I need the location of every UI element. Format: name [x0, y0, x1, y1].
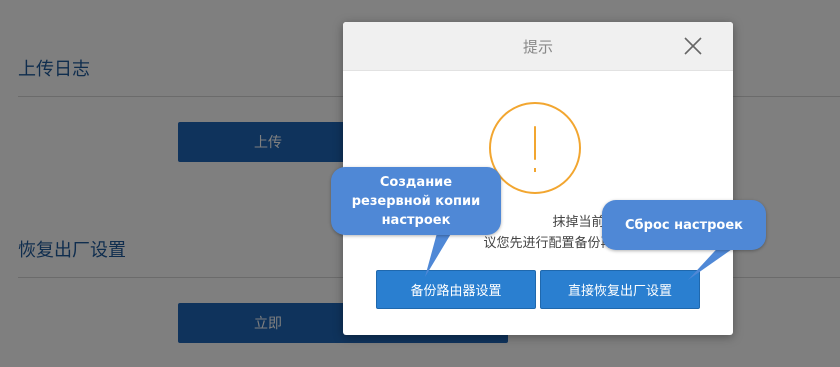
backup-callout: Создание резервной копии настроек [331, 167, 501, 235]
backup-callout-line2: резервной копии [351, 193, 481, 209]
backup-callout-line1: Создание [379, 174, 453, 190]
reset-callout: Сброс настроек [602, 200, 766, 250]
reset-callout-label: Сброс настроек [625, 217, 743, 233]
backup-callout-line3: настроек [381, 212, 451, 228]
